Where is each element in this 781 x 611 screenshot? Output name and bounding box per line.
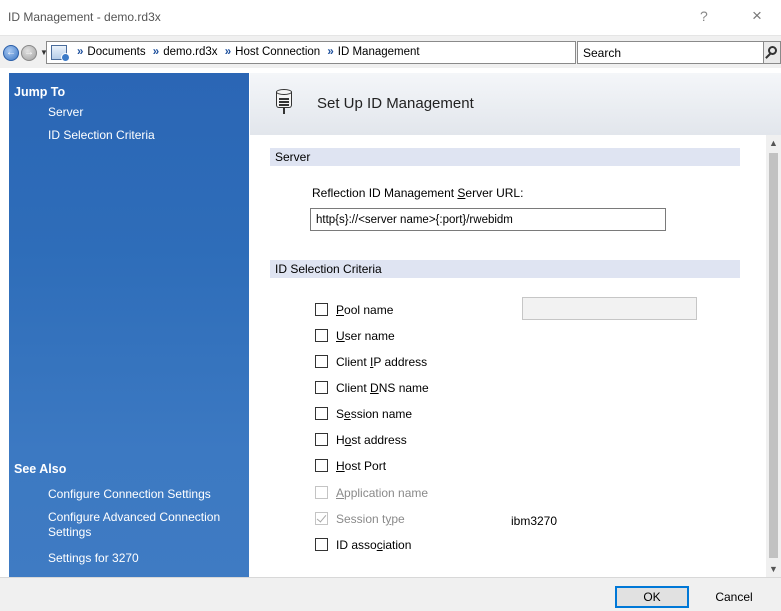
pool-name-checkbox[interactable] (315, 303, 328, 316)
breadcrumb-documents[interactable]: Documents (87, 46, 145, 58)
check-mark-icon (316, 512, 327, 523)
vertical-scrollbar[interactable]: ▲ ▼ (766, 135, 781, 577)
breadcrumb-host-connection[interactable]: Host Connection (235, 46, 320, 58)
client-ip-address-checkbox[interactable] (315, 355, 328, 368)
settings-document-icon (51, 45, 70, 62)
server-url-field[interactable] (310, 208, 666, 231)
session-name-label: Session name (336, 407, 413, 421)
search-icon[interactable] (764, 41, 781, 64)
client-ip-address-label: Client IP address (336, 355, 428, 369)
page-banner: Set Up ID Management (250, 73, 781, 135)
see-also-configure-connection-settings[interactable]: Configure Connection Settings (48, 487, 211, 501)
breadcrumb-separator: » (77, 46, 84, 58)
application-name-label: Application name (336, 486, 429, 500)
user-name-checkbox[interactable] (315, 329, 328, 342)
search-input[interactable]: Search (577, 41, 764, 64)
see-also-settings-for-3270[interactable]: Settings for 3270 (48, 551, 139, 565)
breadcrumb-demo-rd3x[interactable]: demo.rd3x (163, 46, 217, 58)
breadcrumb[interactable]: » Documents » demo.rd3x » Host Connection »… (46, 41, 576, 64)
cancel-button[interactable]: Cancel (695, 586, 773, 608)
scroll-down-icon[interactable]: ▼ (766, 561, 781, 577)
ok-button[interactable]: OK (615, 586, 689, 608)
breadcrumb-separator: » (224, 46, 232, 58)
session-type-label: Session type (336, 512, 405, 526)
client-dns-name-checkbox[interactable] (315, 381, 328, 394)
page-title: Set Up ID Management (317, 95, 474, 112)
close-button[interactable]: × (752, 6, 762, 26)
user-name-label: User name (336, 329, 395, 343)
id-association-checkbox[interactable] (315, 538, 328, 551)
session-type-checkbox (315, 512, 328, 525)
breadcrumb-separator: » (152, 46, 160, 58)
server-url-label: Reflection ID Management Server URL: (312, 186, 524, 200)
settings-panel: Set Up ID Management Server Reflection I… (250, 73, 781, 577)
scroll-thumb[interactable] (769, 153, 778, 558)
window-title: ID Management - demo.rd3x (8, 10, 161, 24)
scroll-up-icon[interactable]: ▲ (766, 135, 781, 151)
task-pane: Jump To Server ID Selection Criteria See… (9, 73, 249, 577)
breadcrumb-separator: » (327, 46, 334, 58)
criteria-section-header: ID Selection Criteria (270, 260, 740, 278)
server-section-header: Server (270, 148, 740, 166)
see-also-configure-advanced-connection-settings[interactable]: Configure Advanced Connection Settings (48, 510, 238, 540)
back-arrow-icon[interactable]: ← (3, 45, 19, 61)
pool-name-field[interactable] (522, 297, 697, 320)
title-bar: ID Management - demo.rd3x ? × (0, 0, 781, 36)
breadcrumb-id-management[interactable]: ID Management (338, 46, 420, 58)
jump-link-server[interactable]: Server (48, 105, 83, 119)
id-association-label: ID association (336, 538, 412, 552)
session-name-checkbox[interactable] (315, 407, 328, 420)
dialog-button-bar: OK Cancel (0, 577, 781, 611)
session-type-value: ibm3270 (511, 514, 558, 528)
address-bar: ← → ▼ » Documents » demo.rd3x » Host Connec… (0, 36, 781, 68)
application-name-checkbox (315, 486, 328, 499)
jump-to-heading: Jump To (14, 85, 66, 99)
forward-arrow-icon[interactable]: → (21, 45, 37, 61)
host-address-label: Host address (336, 433, 407, 447)
pool-name-label: Pool name (336, 303, 394, 317)
see-also-heading: See Also (14, 462, 67, 476)
jump-link-id-selection-criteria[interactable]: ID Selection Criteria (48, 128, 155, 142)
host-port-checkbox[interactable] (315, 459, 328, 472)
help-button[interactable]: ? (700, 8, 708, 24)
host-port-label: Host Port (336, 459, 387, 473)
client-dns-name-label: Client DNS name (336, 381, 429, 395)
host-address-checkbox[interactable] (315, 433, 328, 446)
server-icon (276, 89, 292, 115)
